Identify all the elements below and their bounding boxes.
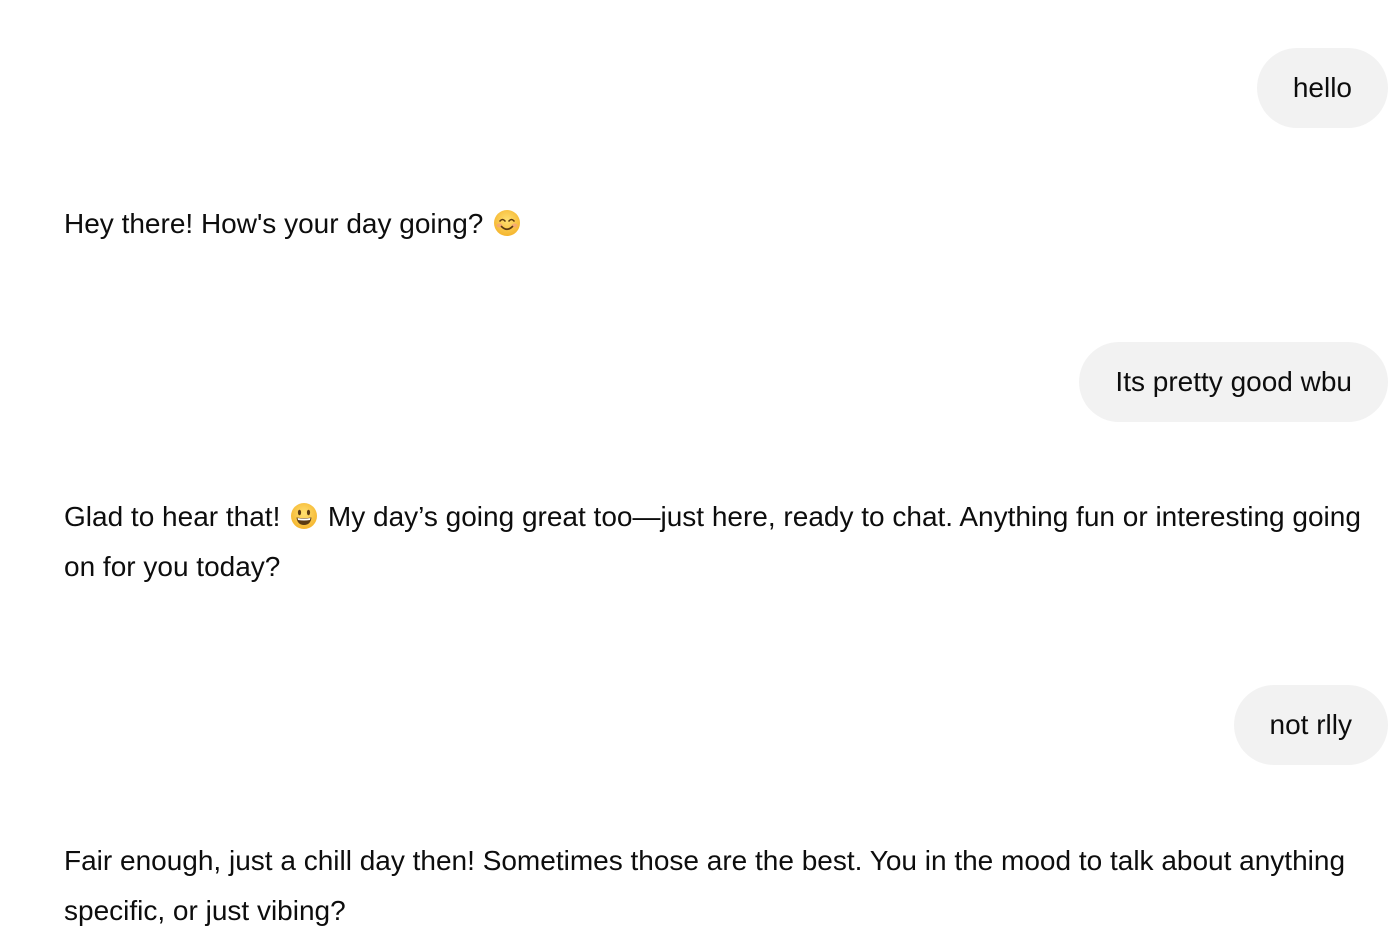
assistant-message: Fair enough, just a chill day then! Some… <box>64 836 1364 936</box>
user-message-text: Its pretty good wbu <box>1115 366 1352 397</box>
assistant-message-text: Hey there! How's your day going? <box>64 208 492 239</box>
user-message-bubble: not rlly <box>1233 685 1388 765</box>
assistant-message-text: Glad to hear that! <box>64 501 289 532</box>
assistant-message-text: Fair enough, just a chill day then! Some… <box>64 845 1346 926</box>
user-message-bubble: Its pretty good wbu <box>1079 342 1388 422</box>
assistant-message: Glad to hear that! My day’s going great … <box>64 492 1364 592</box>
smiling-face-with-smiling-eyes-icon <box>493 209 521 237</box>
user-message-text: hello <box>1292 72 1352 103</box>
grinning-face-with-big-eyes-icon <box>290 502 318 530</box>
assistant-message: Hey there! How's your day going? <box>64 199 1364 249</box>
user-message-text: not rlly <box>1269 709 1352 740</box>
user-message-bubble: hello <box>1256 48 1388 128</box>
chat-thread: hello Hey there! How's your day going? I… <box>0 0 1394 940</box>
